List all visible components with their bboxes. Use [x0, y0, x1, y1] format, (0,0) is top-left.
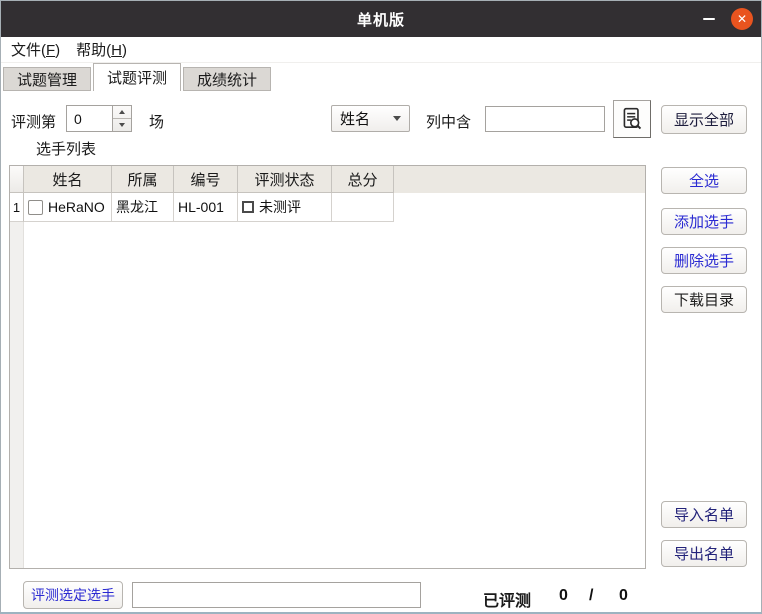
table-corner[interactable] [10, 166, 24, 193]
menu-item-help[interactable]: 帮助(H) [76, 39, 127, 60]
col-header-status[interactable]: 评测状态 [238, 166, 332, 193]
status-checkbox[interactable] [242, 201, 254, 213]
chevron-down-icon [119, 123, 125, 127]
player-id-cell[interactable]: HL-001 [174, 193, 238, 222]
table-header-row: 姓名 所属 编号 评测状态 总分 [10, 166, 645, 193]
col-header-id[interactable]: 编号 [174, 166, 238, 193]
tab-question-evaluation[interactable]: 试题评测 [93, 63, 181, 91]
close-button[interactable]: ✕ [731, 8, 753, 30]
evaluated-count: 0 [559, 587, 568, 605]
chevron-down-icon [393, 116, 401, 121]
player-status-cell[interactable]: 未测评 [238, 193, 332, 222]
spin-down-button[interactable] [113, 119, 131, 131]
tab-score-statistics[interactable]: 成绩统计 [183, 67, 271, 91]
delete-player-button[interactable]: 删除选手 [661, 247, 747, 274]
chevron-up-icon [119, 110, 125, 114]
contains-input[interactable] [485, 106, 605, 132]
table-row[interactable]: 1 HeRaNO 黑龙江 HL-001 未测评 [10, 193, 645, 222]
menu-item-file[interactable]: 文件(F) [11, 39, 60, 60]
window-title: 单机版 [357, 9, 405, 30]
round-label-prefix: 评测第 [11, 111, 56, 132]
search-list-button[interactable] [613, 100, 651, 138]
tab-question-management[interactable]: 试题管理 [3, 67, 91, 91]
player-name-cell[interactable]: HeRaNO [24, 193, 112, 222]
titlebar[interactable]: 单机版 ✕ [1, 1, 761, 37]
export-list-button[interactable]: 导出名单 [661, 540, 747, 567]
row-header-strip [10, 222, 24, 568]
select-checkbox[interactable] [28, 200, 43, 215]
evaluated-total: 0 [619, 587, 628, 605]
show-all-button[interactable]: 显示全部 [661, 105, 747, 134]
col-header-score[interactable]: 总分 [332, 166, 394, 193]
select-all-button[interactable]: 全选 [661, 167, 747, 194]
player-score-cell[interactable] [332, 193, 394, 222]
app-window: 单机版 ✕ 文件(F) 帮助(H) 试题管理 试题评测 成绩统计 评测第 0 场… [0, 0, 762, 614]
minimize-icon [703, 18, 715, 20]
evaluated-label: 已评测 [483, 587, 531, 611]
round-spinbox[interactable]: 0 [66, 105, 132, 132]
table-header-filler [394, 166, 645, 193]
menubar: 文件(F) 帮助(H) [1, 37, 761, 63]
status-label: 未测评 [259, 197, 301, 217]
evaluated-separator: / [589, 587, 593, 605]
col-header-affiliation[interactable]: 所属 [112, 166, 174, 193]
evaluate-input[interactable] [132, 582, 421, 608]
round-spin-buttons [112, 106, 131, 131]
import-list-button[interactable]: 导入名单 [661, 501, 747, 528]
spin-up-button[interactable] [113, 106, 131, 119]
player-name: HeRaNO [48, 199, 105, 215]
column-select[interactable]: 姓名 [331, 105, 410, 132]
round-label-suffix: 场 [149, 111, 164, 132]
tab-bar: 试题管理 试题评测 成绩统计 [3, 63, 273, 91]
col-header-name[interactable]: 姓名 [24, 166, 112, 193]
player-affiliation-cell[interactable]: 黑龙江 [112, 193, 174, 222]
list-search-icon [619, 106, 645, 132]
evaluate-selected-button[interactable]: 评测选定选手 [23, 581, 123, 609]
download-directory-button[interactable]: 下载目录 [661, 286, 747, 313]
round-value[interactable]: 0 [67, 106, 112, 131]
column-select-value: 姓名 [340, 108, 370, 129]
add-player-button[interactable]: 添加选手 [661, 208, 747, 235]
player-list-label: 选手列表 [36, 138, 96, 159]
close-icon: ✕ [737, 13, 747, 25]
minimize-button[interactable] [697, 7, 721, 31]
player-table: 姓名 所属 编号 评测状态 总分 1 HeRaNO 黑龙江 HL-001 未测评 [9, 165, 646, 569]
contains-label: 列中含 [426, 111, 471, 132]
row-index: 1 [10, 193, 24, 222]
